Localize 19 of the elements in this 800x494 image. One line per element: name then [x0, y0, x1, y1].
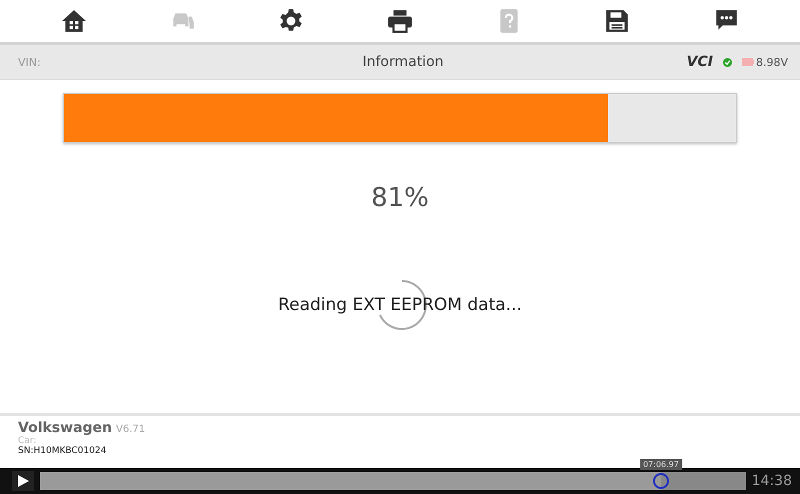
software-version: V6.71 — [116, 424, 146, 435]
vci-logo: VCI — [686, 54, 713, 70]
serial-number: SN:H10MKBC01024 — [18, 446, 108, 456]
home-icon[interactable] — [61, 8, 88, 34]
play-icon — [17, 475, 29, 487]
vehicle-brand: Volkswagen — [18, 420, 112, 436]
printer-icon[interactable] — [386, 8, 413, 34]
battery-voltage: 8.98V — [756, 56, 788, 68]
status-message: Reading EXT EEPROM data... — [278, 295, 522, 315]
car-label: Car: — [18, 436, 38, 446]
time-tooltip: 07:06.97 — [640, 459, 682, 470]
seek-handle[interactable] — [652, 473, 669, 489]
vin-label: VIN: — [18, 56, 42, 68]
clock-time: 14:38 — [752, 473, 792, 489]
progress-percent: 81% — [371, 183, 429, 213]
page-title: Information — [361, 54, 445, 70]
battery-icon — [742, 58, 754, 66]
play-button[interactable] — [12, 471, 34, 491]
settings-icon[interactable] — [278, 8, 304, 34]
